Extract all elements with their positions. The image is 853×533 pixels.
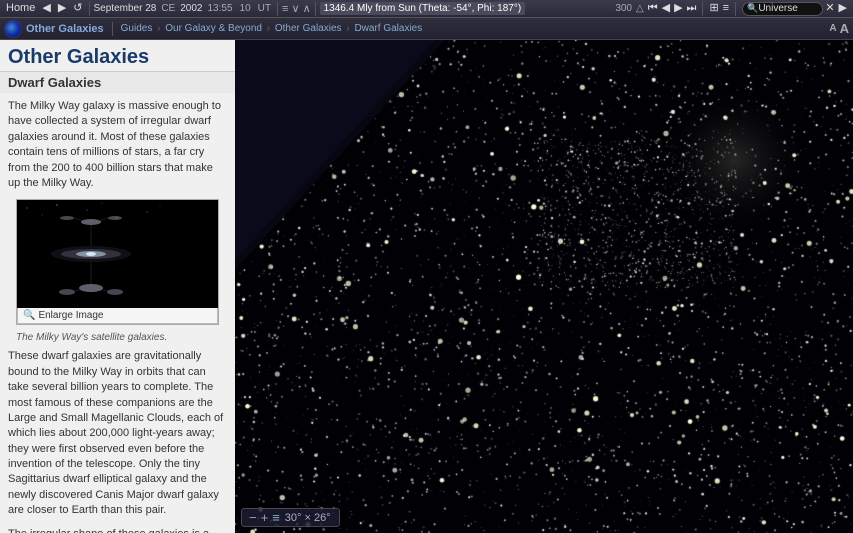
main-content: Other Galaxies Dwarf Galaxies The Milky …	[0, 40, 853, 533]
fast-fwd-button[interactable]: ⏭	[685, 3, 699, 14]
breadcrumb-guides[interactable]: Guides	[121, 23, 153, 34]
bottom-toolbar: − + ≡ 30° × 26°	[241, 508, 340, 527]
era-label: CE	[159, 3, 177, 14]
sep6	[735, 2, 736, 16]
play-button[interactable]: ⏮	[646, 3, 660, 14]
search-icon: 🔍	[747, 3, 758, 14]
app-logo	[4, 20, 22, 38]
left-panel: Other Galaxies Dwarf Galaxies The Milky …	[0, 40, 235, 533]
sep4: △	[634, 3, 646, 14]
font-large-button[interactable]: A	[840, 21, 849, 36]
menu-button[interactable]: ≡	[271, 511, 281, 524]
galaxy-image-container: 🔍 Enlarge Image	[16, 199, 219, 325]
search-input[interactable]	[758, 3, 818, 14]
galaxy-diagram	[17, 200, 165, 308]
list-button[interactable]: ≡	[721, 3, 731, 14]
top-toolbar: Home ◀ ▶ ↺ September 28 CE 2002 13:55 10…	[0, 0, 853, 18]
search-box[interactable]: 🔍	[742, 2, 823, 16]
sep5	[702, 2, 703, 16]
zoom-out-button[interactable]: −	[248, 511, 258, 524]
location-info: 1346.4 Mly from Sun (Theta: -54°, Phi: 1…	[320, 2, 526, 15]
panel-title: Other Galaxies	[0, 40, 235, 72]
back-button[interactable]: ◀	[40, 3, 52, 14]
zoom-label: 300	[613, 3, 634, 14]
body-para-3: The irregular shape of these galaxies is…	[8, 527, 227, 533]
body-para-1: The Milky Way galaxy is massive enough t…	[8, 99, 227, 191]
secondary-toolbar: Other Galaxies Guides › Our Galaxy & Bey…	[0, 18, 853, 40]
panel-subtitle: Dwarf Galaxies	[0, 72, 235, 93]
star-field-canvas	[235, 40, 853, 533]
sep1	[89, 2, 90, 16]
body-para-2: These dwarf galaxies are gravitationally…	[8, 349, 227, 518]
breadcrumb-other-galaxies[interactable]: Other Galaxies	[275, 23, 342, 34]
ut-label: UT	[256, 3, 273, 14]
year-label: 2002	[180, 3, 202, 14]
image-caption: The Milky Way's satellite galaxies.	[8, 329, 227, 349]
sep7	[112, 22, 113, 36]
font-small-button[interactable]: A	[829, 23, 836, 34]
play-fwd-button[interactable]: ▶	[672, 3, 684, 14]
home-button[interactable]: Home	[4, 3, 37, 14]
font-controls: A A	[829, 21, 849, 36]
galaxy-svg	[17, 200, 165, 308]
enlarge-label: Enlarge Image	[38, 310, 103, 321]
time-label: 13:55	[205, 3, 234, 14]
app-title: Other Galaxies	[26, 23, 104, 35]
breadcrumb-dwarf[interactable]: Dwarf Galaxies	[354, 23, 422, 34]
sky-view[interactable]: − + ≡ 30° × 26°	[235, 40, 853, 533]
date-label: September 28	[94, 3, 157, 14]
timezone-label: 10	[238, 3, 253, 14]
grid-button[interactable]: ⊞	[707, 3, 720, 14]
sep2	[277, 2, 278, 16]
search-go-button[interactable]: ▶	[837, 3, 849, 14]
forward-button[interactable]: ▶	[56, 3, 68, 14]
search-clear-button[interactable]: ✕	[823, 3, 836, 14]
sep3	[315, 2, 316, 16]
breadcrumb: Guides › Our Galaxy & Beyond › Other Gal…	[121, 23, 826, 34]
enlarge-button[interactable]: 🔍 Enlarge Image	[17, 308, 218, 324]
refresh-button[interactable]: ↺	[71, 3, 84, 14]
panel-body: The Milky Way galaxy is massive enough t…	[0, 93, 235, 533]
breadcrumb-galaxy[interactable]: Our Galaxy & Beyond	[165, 23, 262, 34]
zoom-in-button[interactable]: +	[260, 511, 270, 524]
fov-label: 30° × 26°	[283, 512, 333, 524]
magnify-icon: 🔍	[23, 310, 35, 321]
step-back-button[interactable]: ◀	[660, 3, 672, 14]
